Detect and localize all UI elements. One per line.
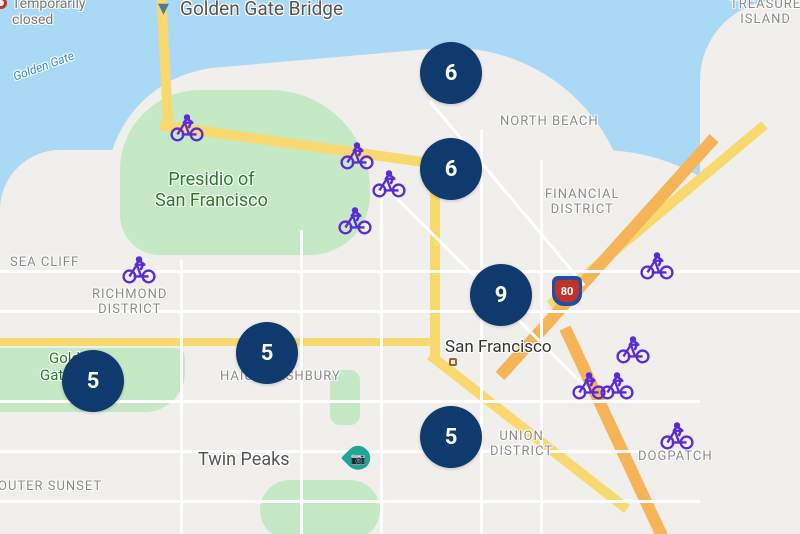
bike-marker-icon[interactable] (338, 205, 372, 235)
label-richmond: RICHMOND DISTRICT (92, 288, 167, 318)
city-dot (449, 358, 457, 366)
label-golden-gate-bridge: Golden Gate Bridge (180, 0, 343, 20)
cluster-count: 5 (445, 425, 458, 450)
grid-v4 (480, 130, 483, 534)
cluster-marker[interactable]: 9 (470, 264, 532, 326)
label-financial-district: FINANCIAL DISTRICT (545, 188, 619, 218)
cluster-count: 6 (445, 61, 458, 86)
label-twin-peaks: Twin Peaks (198, 450, 290, 471)
label-north-beach: NORTH BEACH (500, 115, 599, 130)
cluster-marker[interactable]: 6 (420, 42, 482, 104)
cluster-count: 6 (445, 157, 458, 182)
label-dogpatch: DOGPATCH (638, 450, 713, 465)
bike-marker-icon[interactable] (616, 334, 650, 364)
highway-number: 80 (555, 280, 579, 302)
bike-marker-icon[interactable] (660, 420, 694, 450)
bike-marker-icon[interactable] (640, 250, 674, 280)
label-closed: Temporarily closed (12, 0, 86, 28)
bike-marker-icon[interactable] (372, 168, 406, 198)
cluster-count: 5 (87, 369, 100, 394)
label-sea-cliff: SEA CLIFF (10, 256, 79, 271)
highway-shield-i80: 80 (552, 276, 582, 306)
label-treasure-island: TREASURE ISLAND (730, 0, 800, 28)
road-1 (0, 338, 430, 346)
golden-gate-arrow-icon: ▾ (158, 0, 169, 21)
bike-marker-icon[interactable] (170, 112, 204, 142)
label-city: San Francisco (445, 338, 552, 358)
label-union: UNION DISTRICT (490, 430, 553, 460)
closed-icon (0, 0, 7, 9)
label-presidio: Presidio of San Francisco (155, 170, 268, 211)
label-outer-sunset: OUTER SUNSET (0, 480, 102, 495)
cluster-marker[interactable]: 5 (420, 406, 482, 468)
bike-marker-icon[interactable] (600, 370, 634, 400)
bike-marker-icon[interactable] (340, 140, 374, 170)
cluster-marker[interactable]: 6 (420, 138, 482, 200)
cluster-count: 9 (495, 283, 508, 308)
grid-v3 (380, 180, 383, 534)
cluster-marker[interactable]: 5 (236, 322, 298, 384)
cluster-count: 5 (261, 341, 274, 366)
bike-marker-icon[interactable] (122, 254, 156, 284)
grid-v1 (180, 260, 183, 534)
cluster-marker[interactable]: 5 (62, 350, 124, 412)
map-canvas[interactable]: ▾ Golden Gate Bridge Temporarily closed … (0, 0, 800, 534)
label-golden-gate-water: Golden Gate (12, 50, 77, 85)
grid-h1 (0, 270, 800, 273)
park-twin (260, 480, 380, 534)
grid-h5 (0, 500, 700, 503)
